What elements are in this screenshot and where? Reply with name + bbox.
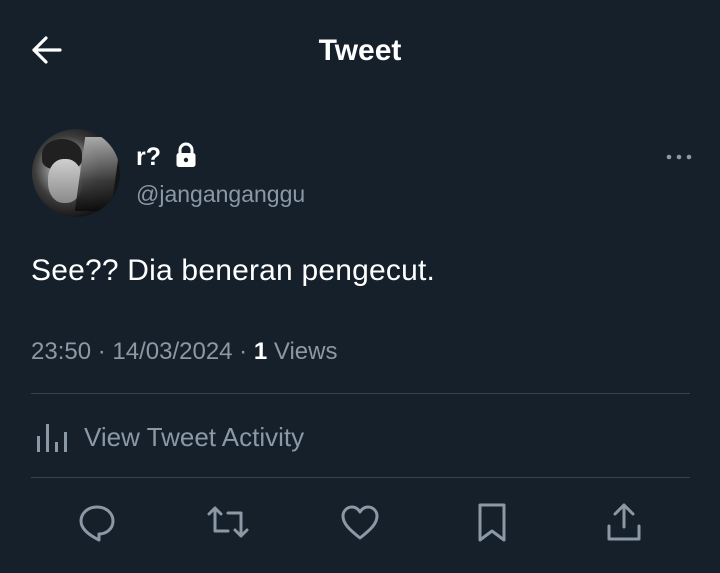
tweet-time: 23:50: [31, 338, 92, 365]
divider: [31, 393, 690, 394]
top-bar: Tweet: [0, 0, 720, 100]
view-tweet-activity-label: View Tweet Activity: [84, 422, 305, 452]
divider: [31, 477, 690, 478]
heart-icon[interactable]: [338, 500, 382, 544]
bookmark-icon[interactable]: [470, 500, 514, 544]
bar-chart-icon: [37, 424, 67, 452]
lock-icon: [176, 142, 196, 167]
author-display-name[interactable]: r?: [136, 143, 161, 172]
views-count: 1: [253, 338, 268, 365]
tweet-date: 14/03/2024: [112, 338, 233, 365]
author-handle[interactable]: @janganganggu: [136, 181, 305, 208]
share-icon[interactable]: [602, 500, 646, 544]
views-label: Views: [267, 338, 338, 365]
tweet-text: See?? Dia beneran pengecut.: [31, 254, 436, 287]
meta-separator: ·: [91, 338, 113, 365]
retweet-icon[interactable]: [206, 500, 250, 544]
reply-icon[interactable]: [75, 500, 119, 544]
page-title: Tweet: [318, 34, 402, 67]
avatar[interactable]: [32, 129, 120, 217]
more-options-icon[interactable]: [664, 145, 694, 169]
meta-separator: ·: [232, 338, 254, 365]
tweet-metadata: 23:50 · 14/03/2024 · 1 Views: [31, 338, 337, 366]
